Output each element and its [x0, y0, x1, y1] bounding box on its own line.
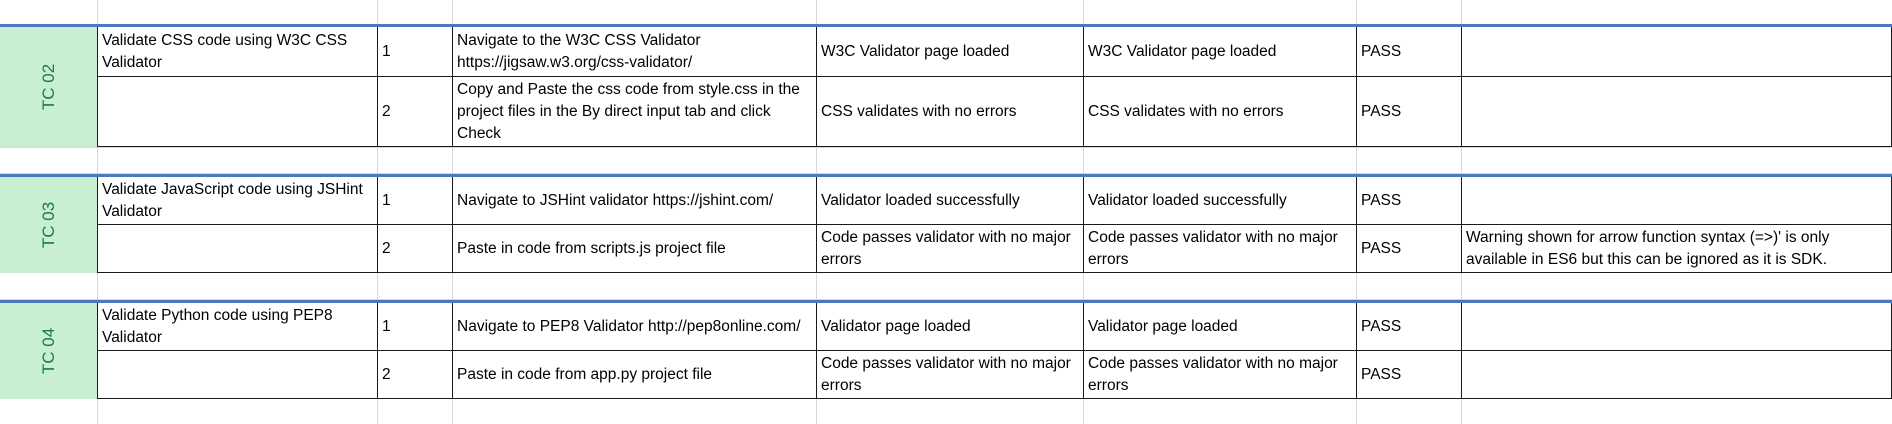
expected-result-cell[interactable]: Code passes validator with no major erro… — [816, 225, 1083, 273]
expected-result-cell[interactable]: CSS validates with no errors — [816, 77, 1083, 147]
actual-result-cell[interactable]: Code passes validator with no major erro… — [1083, 225, 1356, 273]
step-action-cell[interactable]: Navigate to JSHint validator https://jsh… — [452, 177, 816, 225]
actual-result-cell[interactable]: Validator page loaded — [1083, 303, 1356, 351]
notes-cell[interactable] — [1461, 303, 1892, 351]
expected-result-cell[interactable]: Validator page loaded — [816, 303, 1083, 351]
status-cell[interactable]: PASS — [1356, 27, 1461, 77]
status-cell[interactable]: PASS — [1356, 77, 1461, 147]
step-action-cell[interactable]: Copy and Paste the css code from style.c… — [452, 77, 816, 147]
step-action-cell[interactable]: Navigate to PEP8 Validator http://pep8on… — [452, 303, 816, 351]
test-case-id-label: TC 03 — [38, 201, 58, 249]
grid-line — [0, 147, 1892, 148]
status-cell[interactable]: PASS — [1356, 303, 1461, 351]
notes-cell[interactable] — [1461, 27, 1892, 77]
spreadsheet: TC 02 Validate CSS code using W3C CSS Va… — [0, 0, 1892, 424]
notes-cell[interactable] — [1461, 77, 1892, 147]
step-action-cell[interactable]: Paste in code from app.py project file — [452, 351, 816, 399]
notes-cell[interactable] — [1461, 177, 1892, 225]
expected-result-cell[interactable]: Validator loaded successfully — [816, 177, 1083, 225]
test-case-id: TC 02 — [0, 27, 98, 147]
test-case-id-label: TC 02 — [38, 63, 58, 111]
step-action-cell[interactable]: Paste in code from scripts.js project fi… — [452, 225, 816, 273]
actual-result-cell[interactable]: W3C Validator page loaded — [1083, 27, 1356, 77]
notes-cell[interactable]: Warning shown for arrow function syntax … — [1461, 225, 1892, 273]
test-case-id: TC 04 — [0, 303, 98, 399]
step-number-cell[interactable]: 1 — [377, 177, 452, 225]
step-number-cell[interactable]: 2 — [377, 77, 452, 147]
status-cell[interactable]: PASS — [1356, 225, 1461, 273]
notes-cell[interactable] — [1461, 351, 1892, 399]
test-description-cell[interactable]: Validate CSS code using W3C CSS Validato… — [97, 27, 377, 77]
step-number-cell[interactable]: 1 — [377, 303, 452, 351]
test-case-id-label: TC 04 — [38, 327, 58, 375]
test-case-id: TC 03 — [0, 177, 98, 273]
actual-result-cell[interactable]: Code passes validator with no major erro… — [1083, 351, 1356, 399]
test-description-cell[interactable] — [97, 77, 377, 147]
status-cell[interactable]: PASS — [1356, 177, 1461, 225]
test-description-cell[interactable]: Validate JavaScript code using JSHint Va… — [97, 177, 377, 225]
expected-result-cell[interactable]: W3C Validator page loaded — [816, 27, 1083, 77]
actual-result-cell[interactable]: Validator loaded successfully — [1083, 177, 1356, 225]
expected-result-cell[interactable]: Code passes validator with no major erro… — [816, 351, 1083, 399]
step-action-cell[interactable]: Navigate to the W3C CSS Validator https:… — [452, 27, 816, 77]
step-number-cell[interactable]: 2 — [377, 351, 452, 399]
step-number-cell[interactable]: 1 — [377, 27, 452, 77]
test-description-cell[interactable] — [97, 351, 377, 399]
actual-result-cell[interactable]: CSS validates with no errors — [1083, 77, 1356, 147]
status-cell[interactable]: PASS — [1356, 351, 1461, 399]
test-description-cell[interactable] — [97, 225, 377, 273]
step-number-cell[interactable]: 2 — [377, 225, 452, 273]
test-description-cell[interactable]: Validate Python code using PEP8 Validato… — [97, 303, 377, 351]
